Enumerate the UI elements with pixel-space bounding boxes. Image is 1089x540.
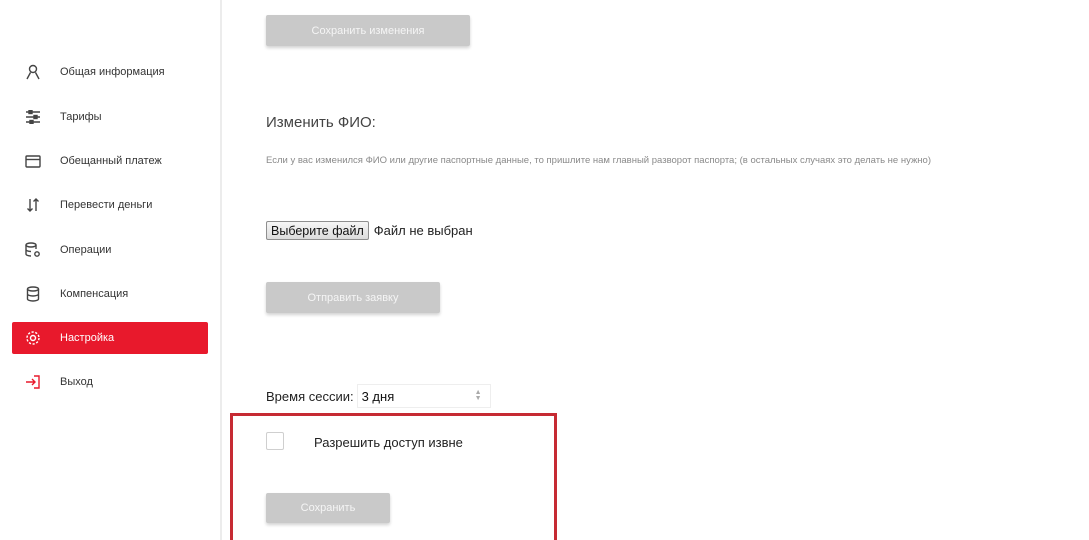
file-status: Файл не выбран	[373, 223, 473, 238]
change-name-heading: Изменить ФИО:	[266, 114, 376, 131]
sidebar-item-transfer-money[interactable]: Перевести деньги	[12, 189, 208, 221]
sidebar-item-promised-payment[interactable]: Обещанный платеж	[12, 145, 208, 177]
sidebar-item-label: Тарифы	[60, 111, 102, 123]
sidebar-item-general-info[interactable]: Общая информация	[12, 56, 208, 88]
sidebar-item-label: Настройка	[60, 332, 115, 344]
sidebar-item-compensation[interactable]: Компенсация	[12, 278, 208, 310]
sidebar-item-settings[interactable]: Настройка	[12, 322, 208, 354]
database-gear-icon	[24, 241, 42, 259]
allow-external-access-checkbox[interactable]	[266, 432, 284, 450]
gear-icon	[24, 329, 42, 347]
change-name-hint: Если у вас изменился ФИО или другие пасп…	[266, 155, 931, 166]
sidebar-item-operations[interactable]: Операции	[12, 234, 208, 266]
settings-panel: Сохранить изменения Изменить ФИО: Если у…	[222, 0, 1089, 540]
save-button[interactable]: Сохранить	[266, 493, 390, 523]
user-icon	[24, 63, 42, 81]
card-icon	[24, 152, 42, 170]
sidebar-item-label: Обещанный платеж	[60, 155, 162, 167]
save-changes-button[interactable]: Сохранить изменения	[266, 15, 470, 46]
submit-request-button[interactable]: Отправить заявку	[266, 282, 440, 313]
sidebar-item-tariffs[interactable]: Тарифы	[12, 101, 208, 133]
sidebar: Общая информация Тарифы Обещанный платеж…	[0, 0, 222, 540]
transfer-icon	[24, 196, 42, 214]
sidebar-item-label: Операции	[60, 244, 112, 256]
session-label: Время сессии:	[266, 388, 354, 404]
sidebar-item-label: Общая информация	[60, 66, 165, 78]
sidebar-item-label: Перевести деньги	[60, 199, 153, 211]
sidebar-item-logout[interactable]: Выход	[12, 366, 208, 398]
session-duration-select[interactable]: 3 дня ▲ ▼	[356, 384, 491, 408]
sidebar-item-label: Выход	[60, 376, 93, 388]
sliders-icon	[24, 108, 42, 126]
updown-arrows-icon: ▲ ▼	[474, 389, 482, 402]
choose-file-button[interactable]: Выберите файл	[266, 221, 369, 240]
sidebar-item-label: Компенсация	[60, 288, 129, 300]
logout-icon	[24, 373, 42, 391]
session-duration-value: 3 дня	[361, 388, 395, 404]
database-icon	[24, 285, 42, 303]
allow-external-access-label: Разрешить доступ извне	[314, 435, 463, 450]
session-row: Время сессии: 3 дня ▲ ▼	[266, 384, 491, 408]
file-upload: Выберите файл Файл не выбран	[266, 221, 473, 240]
